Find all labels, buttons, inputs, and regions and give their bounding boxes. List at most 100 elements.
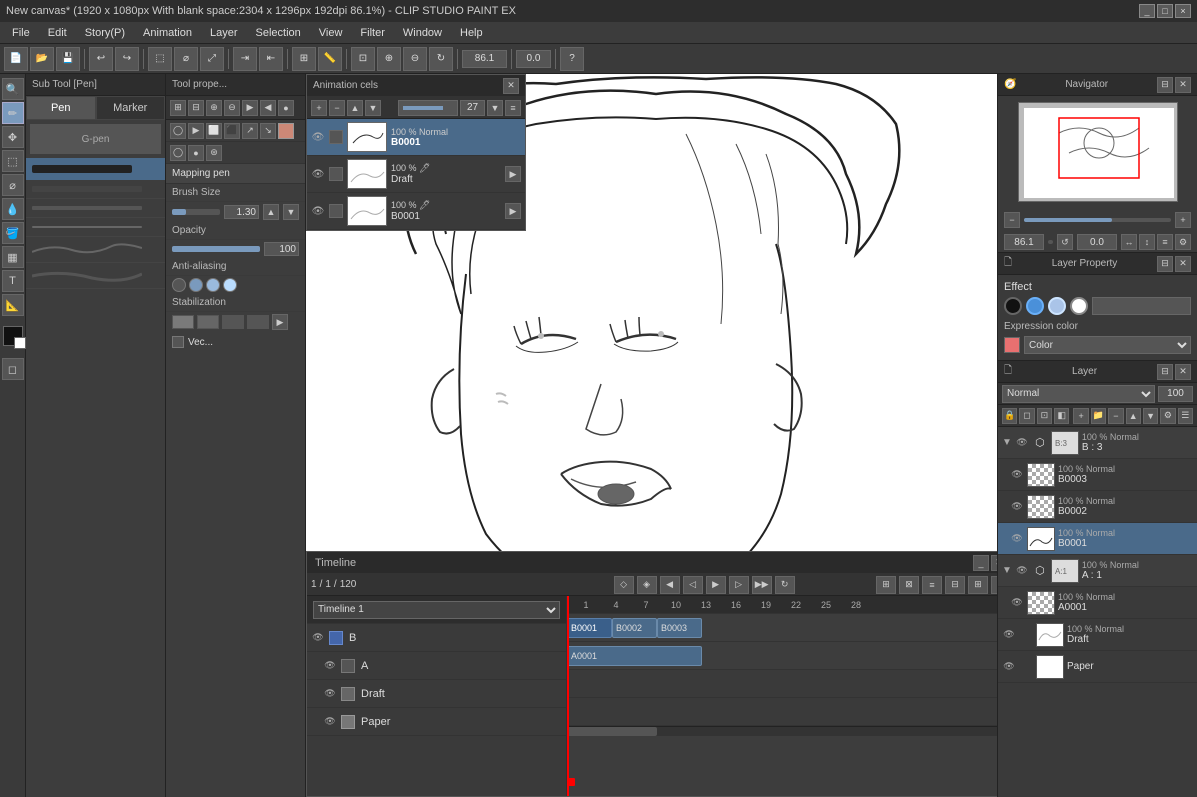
brush-shape-4[interactable]: ⬛ bbox=[224, 123, 240, 139]
layer-b0001[interactable]: 👁 100 % Normal B0001 bbox=[998, 523, 1197, 555]
layer-btn-6[interactable]: 📁 bbox=[1091, 408, 1106, 424]
stab-box-3[interactable] bbox=[222, 315, 244, 329]
subtool-item-gpen[interactable] bbox=[26, 158, 165, 180]
timeline-name-select[interactable]: Timeline 1 bbox=[313, 601, 560, 619]
menu-selection[interactable]: Selection bbox=[248, 25, 309, 41]
tl-vis-draft[interactable]: 👁 bbox=[323, 687, 337, 701]
effect-gradient-swatch[interactable] bbox=[1092, 297, 1191, 315]
expr-color-swatch[interactable] bbox=[1004, 337, 1020, 353]
antialias-weak[interactable] bbox=[189, 278, 203, 292]
layer-a0001[interactable]: 👁 100 % Normal A0001 bbox=[998, 587, 1197, 619]
layer-btn-3[interactable]: ⊡ bbox=[1037, 408, 1052, 424]
layer-draft[interactable]: 👁 100 % Normal Draft bbox=[998, 619, 1197, 651]
anim-cel-item-1[interactable]: 👁 100 % Normal B0001 bbox=[307, 119, 525, 156]
timeline-next-frame-btn[interactable]: ▷ bbox=[729, 576, 749, 594]
export-btn[interactable]: ⇤ bbox=[259, 47, 283, 71]
timeline-opt-5[interactable]: ⊞ bbox=[968, 576, 988, 594]
text-tool[interactable]: T bbox=[2, 270, 24, 292]
tl-vis-b[interactable]: 👁 bbox=[311, 631, 325, 645]
tool-prop-icon-1[interactable]: ⊞ bbox=[170, 100, 186, 116]
menu-filter[interactable]: Filter bbox=[352, 25, 392, 41]
nav-zoom-slider[interactable] bbox=[1024, 218, 1171, 222]
stab-more[interactable]: ▶ bbox=[272, 314, 288, 330]
layer-btn-1[interactable]: 🔒 bbox=[1002, 408, 1017, 424]
menu-story[interactable]: Story(P) bbox=[77, 25, 133, 41]
nav-plus-btn[interactable]: + bbox=[1175, 212, 1191, 228]
cel-lock-2[interactable] bbox=[329, 167, 343, 181]
timeline-opt-4[interactable]: ⊟ bbox=[945, 576, 965, 594]
layer-vis-paper[interactable]: 👁 bbox=[1002, 660, 1016, 674]
subtool-item-3[interactable] bbox=[26, 218, 165, 237]
stab-box-1[interactable] bbox=[172, 315, 194, 329]
brush-arrow-2[interactable]: ↘ bbox=[260, 123, 276, 139]
menu-window[interactable]: Window bbox=[395, 25, 450, 41]
cel-arrow-3[interactable]: ▶ bbox=[505, 203, 521, 219]
menu-animation[interactable]: Animation bbox=[135, 25, 200, 41]
del-keyframe-btn[interactable]: ◈ bbox=[637, 576, 657, 594]
timeline-hscroll-thumb[interactable] bbox=[567, 727, 657, 736]
timeline-frame-row-draft[interactable] bbox=[567, 670, 997, 698]
layer-b0002[interactable]: 👁 100 % Normal B0002 bbox=[998, 491, 1197, 523]
timeline-layer-a[interactable]: 👁 A bbox=[307, 652, 566, 680]
layer-group-b[interactable]: ▼ 👁 ⬡ B:3 100 % Normal B : 3 bbox=[998, 427, 1197, 459]
zoom-out-btn[interactable]: ⊖ bbox=[403, 47, 427, 71]
zoom-tool[interactable]: 🔍 bbox=[2, 78, 24, 100]
help-btn[interactable]: ? bbox=[560, 47, 584, 71]
timeline-opt-3[interactable]: ≡ bbox=[922, 576, 942, 594]
layer-vis-draft[interactable]: 👁 bbox=[1002, 628, 1016, 642]
anim-up-btn[interactable]: ▲ bbox=[347, 100, 363, 116]
layer-opacity-input[interactable] bbox=[1158, 386, 1193, 402]
new-file-btn[interactable]: 📄 bbox=[4, 47, 28, 71]
layer-vis-b0003[interactable]: 👁 bbox=[1010, 468, 1024, 482]
tool-prop-icon-5[interactable]: ▶ bbox=[242, 100, 258, 116]
ruler-btn[interactable]: 📏 bbox=[318, 47, 342, 71]
move-tool[interactable]: ✥ bbox=[2, 126, 24, 148]
blend-mode-select[interactable]: Normal bbox=[1002, 385, 1155, 403]
subtool-tab-marker[interactable]: Marker bbox=[96, 96, 166, 120]
timeline-minimize-btn[interactable]: _ bbox=[973, 555, 989, 571]
window-controls[interactable]: _ □ × bbox=[1139, 4, 1191, 18]
add-keyframe-btn[interactable]: ◇ bbox=[614, 576, 634, 594]
antialias-none[interactable] bbox=[172, 278, 186, 292]
nav-config-btn[interactable]: ⚙ bbox=[1175, 234, 1191, 250]
selection-btn[interactable]: ⬚ bbox=[148, 47, 172, 71]
rotate-btn[interactable]: ↻ bbox=[429, 47, 453, 71]
menu-view[interactable]: View bbox=[311, 25, 351, 41]
layer-b0003[interactable]: 👁 100 % Normal B0003 bbox=[998, 459, 1197, 491]
layer-btn-7[interactable]: − bbox=[1108, 408, 1123, 424]
layer-vis-b[interactable]: 👁 bbox=[1015, 436, 1029, 450]
menu-file[interactable]: File bbox=[4, 25, 38, 41]
subtool-item-2[interactable] bbox=[26, 199, 165, 218]
subtool-item-5[interactable] bbox=[26, 263, 165, 289]
timeline-prev-frame-btn[interactable]: ◁ bbox=[683, 576, 703, 594]
nav-zoom-input[interactable] bbox=[1004, 234, 1044, 250]
layer-lock-draft[interactable] bbox=[1019, 628, 1033, 642]
layer-lock-paper[interactable] bbox=[1019, 660, 1033, 674]
anim-del-btn[interactable]: − bbox=[329, 100, 345, 116]
pen-tool[interactable]: ✏ bbox=[2, 102, 24, 124]
save-btn[interactable]: 💾 bbox=[56, 47, 80, 71]
cel-visibility-1[interactable]: 👁 bbox=[311, 130, 325, 144]
transform-btn[interactable]: ⤢ bbox=[200, 47, 224, 71]
nav-more-btn[interactable]: ≡ bbox=[1157, 234, 1173, 250]
rotation-input[interactable] bbox=[516, 50, 551, 68]
cel-block-b0002[interactable]: B0002 bbox=[612, 618, 657, 638]
minimize-btn[interactable]: _ bbox=[1139, 4, 1155, 18]
menu-layer[interactable]: Layer bbox=[202, 25, 246, 41]
layer-btn-9[interactable]: ▼ bbox=[1143, 408, 1158, 424]
lp-icon-1[interactable]: ⊟ bbox=[1157, 256, 1173, 272]
cel-block-a0001[interactable]: A0001 bbox=[567, 646, 702, 666]
cel-block-b0001[interactable]: B0001 bbox=[567, 618, 612, 638]
background-color[interactable] bbox=[14, 337, 26, 349]
nav-flip-h-btn[interactable]: ↔ bbox=[1121, 234, 1137, 250]
subtool-item-1[interactable] bbox=[26, 180, 165, 199]
tool-prop-icon-3[interactable]: ⊕ bbox=[206, 100, 222, 116]
eyedrop-tool[interactable]: 💧 bbox=[2, 198, 24, 220]
antialias-strong[interactable] bbox=[223, 278, 237, 292]
effect-circle-blue[interactable] bbox=[1026, 297, 1044, 315]
brush-size-up[interactable]: ▲ bbox=[263, 204, 279, 220]
nav-rotate-input[interactable] bbox=[1077, 234, 1117, 250]
menu-help[interactable]: Help bbox=[452, 25, 491, 41]
timeline-opt-2[interactable]: ⊠ bbox=[899, 576, 919, 594]
layer-btn-2[interactable]: ◻ bbox=[1019, 408, 1034, 424]
